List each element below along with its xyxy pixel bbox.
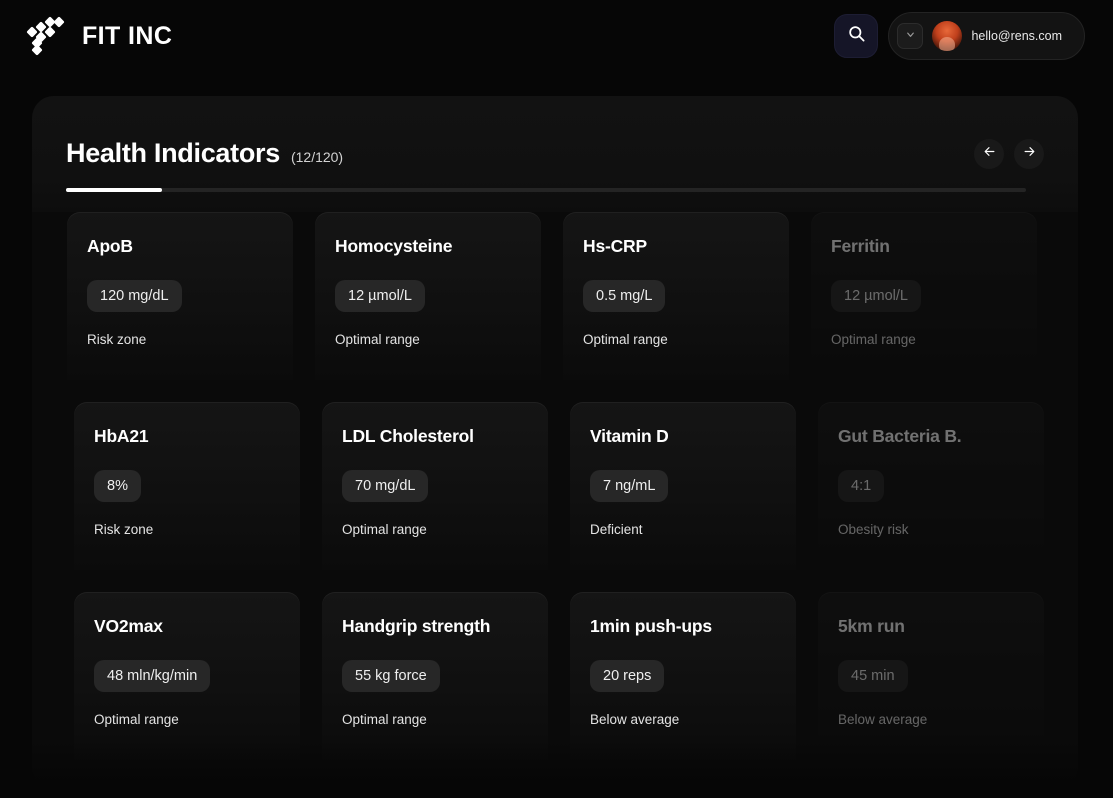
top-bar: FIT INC hello@rens.com xyxy=(0,0,1113,72)
indicator-value-pill: 12 µmol/L xyxy=(335,280,425,312)
indicator-card[interactable]: 1min push-ups 20 reps Below average xyxy=(570,592,796,760)
indicator-status: Optimal range xyxy=(831,332,916,347)
indicator-status: Obesity risk xyxy=(838,522,909,537)
indicator-row: ApoB 120 mg/dL Risk zone Homocysteine 12 µmo… xyxy=(32,212,1037,380)
indicator-title: HbA21 xyxy=(94,426,149,446)
pixel-diamond-logo-icon xyxy=(26,16,68,56)
panel-title-group: Health Indicators (12/120) xyxy=(66,138,343,169)
indicator-value-pill: 7 ng/mL xyxy=(590,470,669,502)
search-icon xyxy=(847,24,866,48)
indicator-row: HbA21 8% Risk zone LDL Cholesterol 70 mg/dL O… xyxy=(32,402,1044,570)
indicator-title: 5km run xyxy=(838,616,905,636)
arrow-left-icon xyxy=(983,145,996,163)
progress-fill xyxy=(66,188,162,192)
indicator-card[interactable]: Homocysteine 12 µmol/L Optimal range xyxy=(315,212,541,380)
indicator-value-pill: 4:1 xyxy=(838,470,885,502)
indicator-status: Deficient xyxy=(590,522,643,537)
indicator-card[interactable]: ApoB 120 mg/dL Risk zone xyxy=(67,212,293,380)
indicator-card[interactable]: LDL Cholesterol 70 mg/dL Optimal range xyxy=(322,402,548,570)
indicator-title: Vitamin D xyxy=(590,426,669,446)
indicator-value-pill: 45 min xyxy=(838,660,908,692)
indicator-value-pill: 12 µmol/L xyxy=(831,280,921,312)
indicator-card[interactable]: VO2max 48 mln/kg/min Optimal range xyxy=(74,592,300,760)
indicator-title: Ferritin xyxy=(831,236,890,256)
brand-name: FIT INC xyxy=(82,21,173,50)
carousel-nav xyxy=(974,138,1044,169)
progress-scrollbar[interactable] xyxy=(66,188,1026,192)
indicator-title: Homocysteine xyxy=(335,236,453,256)
health-indicators-panel: Health Indicators (12/120) ApoB 120 mg/d… xyxy=(32,96,1078,790)
brand-logo[interactable]: FIT INC xyxy=(26,16,173,56)
search-button[interactable] xyxy=(834,14,879,58)
indicator-status: Optimal range xyxy=(335,332,420,347)
indicator-status: Risk zone xyxy=(87,332,147,347)
indicator-value-pill: 55 kg force xyxy=(342,660,440,692)
indicator-title: LDL Cholesterol xyxy=(342,426,474,446)
indicator-status: Below average xyxy=(590,712,680,727)
indicator-card[interactable]: Handgrip strength 55 kg force Optimal rang… xyxy=(322,592,548,760)
indicator-card[interactable]: Hs-CRP 0.5 mg/L Optimal range xyxy=(563,212,789,380)
top-bar-actions: hello@rens.com xyxy=(834,12,1085,60)
chevron-down-icon xyxy=(905,27,916,45)
page-title: Health Indicators xyxy=(66,138,280,168)
panel-header: Health Indicators (12/120) xyxy=(32,96,1078,212)
indicator-value-pill: 70 mg/dL xyxy=(342,470,429,502)
indicator-value-pill: 48 mln/kg/min xyxy=(94,660,211,692)
indicator-value-pill: 20 reps xyxy=(590,660,665,692)
indicator-title: ApoB xyxy=(87,236,133,256)
indicator-title: VO2max xyxy=(94,616,163,636)
indicator-status: Optimal range xyxy=(94,712,179,727)
chevron-down-button[interactable] xyxy=(897,23,924,49)
indicator-status: Risk zone xyxy=(94,522,154,537)
indicator-value-pill: 8% xyxy=(94,470,141,502)
next-button[interactable] xyxy=(1014,138,1044,169)
prev-button[interactable] xyxy=(974,138,1004,169)
indicator-card[interactable]: Gut Bacteria B. 4:1 Obesity risk xyxy=(818,402,1044,570)
avatar xyxy=(932,21,963,51)
indicator-title: 1min push-ups xyxy=(590,616,712,636)
indicator-row: VO2max 48 mln/kg/min Optimal range Handgrip… xyxy=(32,592,1044,760)
indicator-title: Gut Bacteria B. xyxy=(838,426,962,446)
indicator-title: Hs-CRP xyxy=(583,236,647,256)
arrow-right-icon xyxy=(1023,145,1036,163)
indicator-value-pill: 120 mg/dL xyxy=(87,280,182,312)
indicator-value-pill: 0.5 mg/L xyxy=(583,280,666,312)
indicator-status: Below average xyxy=(838,712,928,727)
indicator-title: Handgrip strength xyxy=(342,616,491,636)
indicator-card[interactable]: Ferritin 12 µmol/L Optimal range xyxy=(811,212,1037,380)
user-menu[interactable]: hello@rens.com xyxy=(888,12,1085,60)
indicator-card[interactable]: HbA21 8% Risk zone xyxy=(74,402,300,570)
indicator-card[interactable]: 5km run 45 min Below average xyxy=(818,592,1044,760)
user-email-label: hello@rens.com xyxy=(971,29,1062,43)
indicator-card[interactable]: Vitamin D 7 ng/mL Deficient xyxy=(570,402,796,570)
indicator-count: (12/120) xyxy=(290,149,344,165)
indicator-status: Optimal range xyxy=(342,522,427,537)
indicator-status: Optimal range xyxy=(583,332,668,347)
indicator-status: Optimal range xyxy=(342,712,427,727)
